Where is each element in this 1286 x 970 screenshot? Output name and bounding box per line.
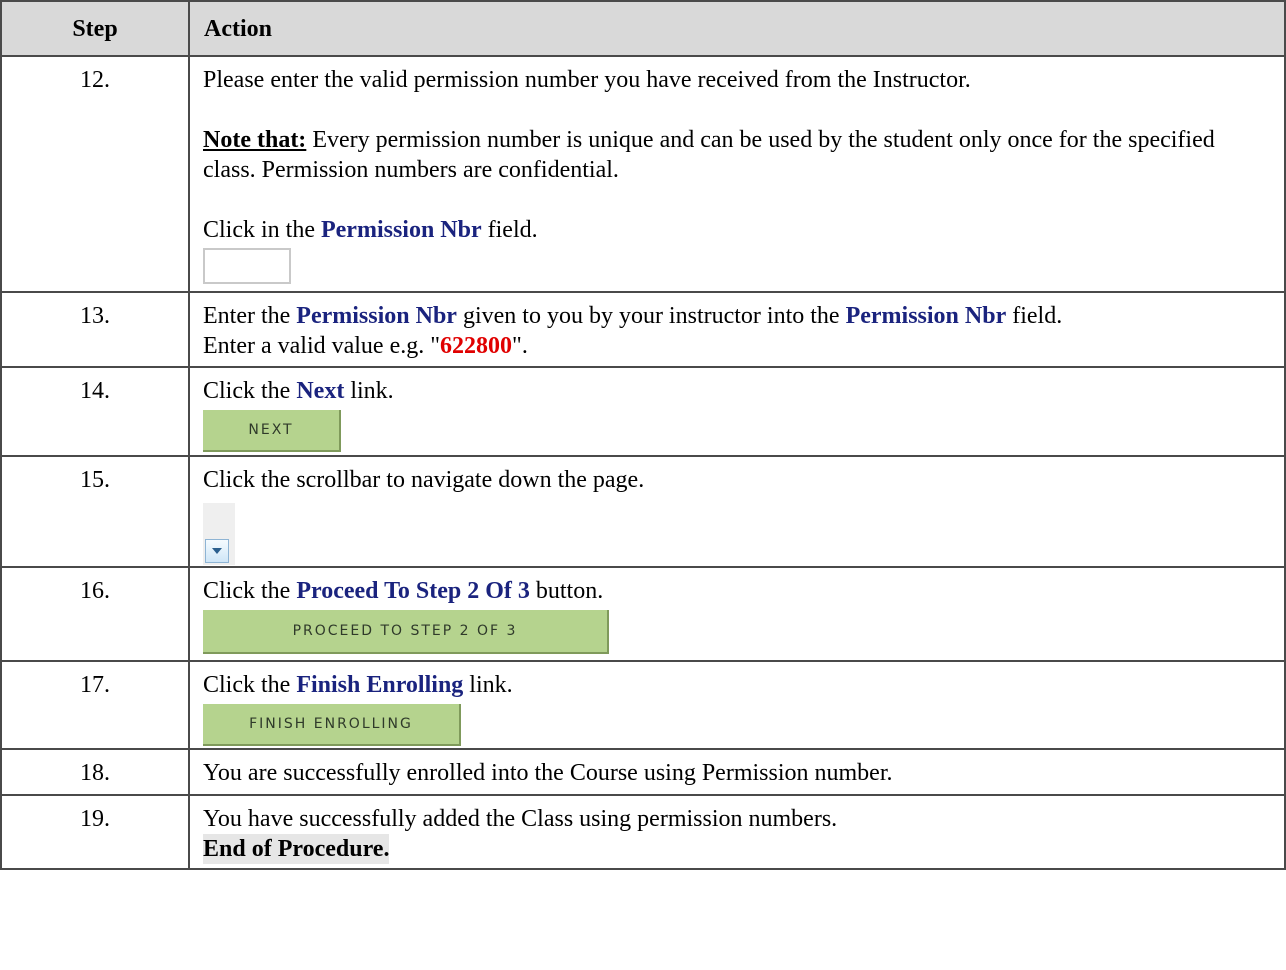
- note-text: Every permission number is unique and ca…: [203, 127, 1215, 183]
- step-number: 14.: [0, 366, 190, 457]
- table-row: 13. Enter the Permission Nbr given to yo…: [0, 291, 1286, 368]
- instruction-text: Enter a valid value e.g. "622800".: [203, 331, 1270, 361]
- text-fragment: Click the: [203, 672, 297, 698]
- keyword: Permission Nbr: [845, 303, 1007, 329]
- step-number: 18.: [0, 748, 190, 796]
- step-number: 15.: [0, 455, 190, 568]
- finish-enrolling-button[interactable]: Finish Enrolling: [203, 704, 461, 746]
- keyword: Finish Enrolling: [296, 672, 464, 698]
- table-row: 15. Click the scrollbar to navigate down…: [0, 455, 1286, 568]
- step-action: Enter the Permission Nbr given to you by…: [188, 291, 1286, 368]
- text-fragment: Click in the: [203, 217, 321, 243]
- text-fragment: button.: [529, 578, 604, 604]
- text-fragment: Enter the: [203, 303, 297, 329]
- step-action: Click the scrollbar to navigate down the…: [188, 455, 1286, 568]
- text-fragment: Enter a valid value e.g. ": [203, 333, 441, 359]
- example-value: 622800: [440, 333, 513, 359]
- instruction-text: Click in the Permission Nbr field.: [203, 215, 1270, 245]
- text-fragment: field.: [481, 217, 538, 243]
- table-row: 12. Please enter the valid permission nu…: [0, 55, 1286, 293]
- step-action: Click the Next link. Next: [188, 366, 1286, 457]
- table-row: 14. Click the Next link. Next: [0, 366, 1286, 457]
- proceed-to-step-2-button[interactable]: Proceed To Step 2 Of 3: [203, 610, 609, 654]
- step-action: Click the Proceed To Step 2 Of 3 button.…: [188, 566, 1286, 662]
- step-number: 12.: [0, 55, 190, 293]
- instruction-text: Please enter the valid permission number…: [203, 67, 971, 93]
- instruction-text: You have successfully added the Class us…: [203, 806, 838, 832]
- table-row: 16. Click the Proceed To Step 2 Of 3 but…: [0, 566, 1286, 662]
- text-fragment: Click the: [203, 378, 297, 404]
- text-fragment: field.: [1006, 303, 1063, 329]
- step-action: Click the Finish Enrolling link. Finish …: [188, 660, 1286, 750]
- scrollbar[interactable]: [203, 503, 235, 565]
- table-row: 17. Click the Finish Enrolling link. Fin…: [0, 660, 1286, 750]
- step-number: 19.: [0, 794, 190, 870]
- chevron-down-icon: [212, 548, 222, 554]
- step-number: 13.: [0, 291, 190, 368]
- text-fragment: ".: [512, 333, 528, 359]
- instruction-text: Click the Proceed To Step 2 Of 3 button.: [203, 576, 1270, 606]
- note-paragraph: Note that: Every permission number is un…: [203, 125, 1270, 185]
- scroll-down-arrow[interactable]: [205, 539, 229, 563]
- text-fragment: Click the: [203, 578, 297, 604]
- instruction-text: Click the Next link.: [203, 376, 1270, 406]
- end-of-procedure: End of Procedure.: [203, 834, 390, 864]
- text-fragment: link.: [463, 672, 513, 698]
- table-header-row: Step Action: [0, 0, 1286, 57]
- action-column-header: Action: [188, 0, 1286, 57]
- instruction-text: Enter the Permission Nbr given to you by…: [203, 301, 1270, 331]
- keyword: Permission Nbr: [320, 217, 482, 243]
- next-button[interactable]: Next: [203, 410, 341, 452]
- keyword: Proceed To Step 2 Of 3: [296, 578, 530, 604]
- permission-nbr-field[interactable]: [203, 248, 291, 284]
- procedure-table: Step Action 12. Please enter the valid p…: [0, 0, 1286, 870]
- step-action: You have successfully added the Class us…: [188, 794, 1286, 870]
- text-fragment: link.: [344, 378, 394, 404]
- instruction-text: Click the Finish Enrolling link.: [203, 670, 1270, 700]
- instruction-text: Click the scrollbar to navigate down the…: [203, 467, 645, 493]
- table-row: 18. You are successfully enrolled into t…: [0, 748, 1286, 796]
- keyword: Permission Nbr: [296, 303, 457, 329]
- table-row: 19. You have successfully added the Clas…: [0, 794, 1286, 870]
- step-number: 17.: [0, 660, 190, 750]
- text-fragment: given to you by your instructor into the: [456, 303, 846, 329]
- step-number: 16.: [0, 566, 190, 662]
- instruction-text: You are successfully enrolled into the C…: [203, 760, 893, 786]
- keyword: Next: [296, 378, 345, 404]
- step-action: You are successfully enrolled into the C…: [188, 748, 1286, 796]
- step-action: Please enter the valid permission number…: [188, 55, 1286, 293]
- step-column-header: Step: [0, 0, 190, 57]
- note-label: Note that:: [203, 127, 307, 153]
